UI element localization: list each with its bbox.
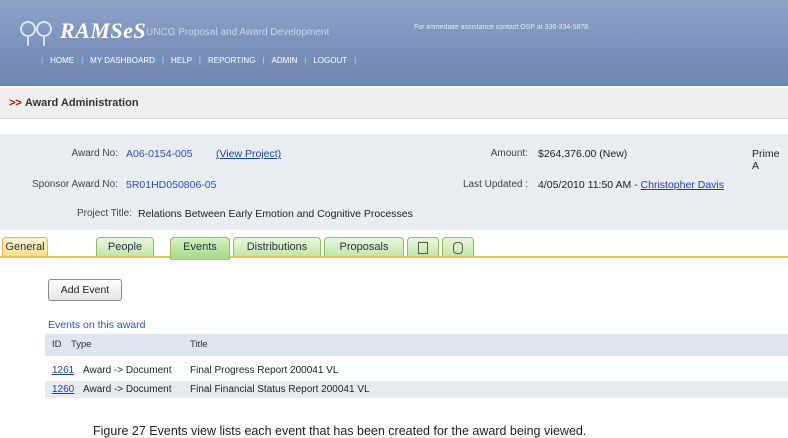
nav-separator: |	[198, 56, 201, 65]
last-updated-datetime: 4/05/2010 11:50 AM -	[538, 179, 641, 191]
breadcrumb-title: Award Administration	[24, 97, 139, 109]
brand-name: RAMSeS	[60, 18, 147, 43]
event-title: Final Progress Report 200041 VL	[190, 365, 339, 376]
nav-separator: |	[262, 56, 265, 65]
tab-attachment[interactable]	[442, 237, 474, 256]
nav-reporting[interactable]: REPORTING	[208, 56, 255, 65]
sponsor-award-label: Sponsor Award No:	[32, 179, 118, 190]
event-id-link[interactable]: 1260	[52, 384, 74, 395]
assistance-text: For immediate assistance contact OSP at …	[414, 24, 589, 31]
attachment-icon	[453, 242, 463, 254]
updated-by-link[interactable]: Christopher Davis	[641, 179, 724, 191]
tab-general[interactable]: General	[2, 237, 48, 256]
breadcrumb-arrows: >>	[9, 97, 22, 109]
add-event-button[interactable]: Add Event	[48, 279, 122, 301]
nav-logout[interactable]: LOGOUT	[313, 56, 347, 65]
nav-home[interactable]: HOME	[50, 56, 74, 65]
award-no-value: A06-0154-005	[126, 148, 193, 160]
award-tabs: General People Events Distributions Prop…	[0, 234, 788, 260]
tab-distributions[interactable]: Distributions	[233, 237, 321, 256]
nav-separator: |	[354, 56, 357, 65]
breadcrumb: >> Award Administration	[0, 88, 788, 119]
nav-separator: |	[161, 56, 164, 65]
events-table-header: ID Type Title	[45, 334, 788, 356]
nav-my-dashboard[interactable]: MY DASHBOARD	[90, 56, 155, 65]
brand-subtitle: UNCG Proposal and Award Development	[146, 27, 330, 38]
events-heading: Events on this award	[48, 319, 146, 331]
nav-separator: |	[41, 56, 44, 65]
award-no-label: Award No:	[71, 148, 118, 159]
tab-events[interactable]: Events	[170, 237, 230, 260]
tab-people[interactable]: People	[96, 237, 154, 256]
main-nav: | HOME | MY DASHBOARD | HELP | REPORTING…	[34, 56, 363, 65]
project-title-value: Relations Between Early Emotion and Cogn…	[138, 208, 413, 220]
tab-proposals[interactable]: Proposals	[324, 237, 404, 256]
amount-label: Amount:	[490, 148, 528, 159]
nav-help[interactable]: HELP	[171, 56, 192, 65]
column-id: ID	[52, 339, 62, 350]
event-type: Award -> Document	[83, 384, 172, 395]
project-title-label: Project Title:	[76, 208, 132, 219]
column-type: Type	[71, 339, 92, 350]
page-title: >> Award Administration	[9, 97, 139, 109]
nav-admin[interactable]: ADMIN	[271, 56, 297, 65]
prime-award-label: Prime A	[752, 148, 780, 172]
document-icon	[418, 242, 428, 254]
event-title: Final Financial Status Report 200041 VL	[190, 384, 370, 395]
event-id-link[interactable]: 1261	[52, 365, 74, 376]
nav-separator: |	[304, 56, 307, 65]
last-updated-label: Last Updated :	[462, 179, 528, 190]
table-row: 1260 Award -> Document Final Financial S…	[45, 381, 788, 398]
app-header: RAMSeS UNCG Proposal and Award Developme…	[0, 0, 788, 86]
event-type: Award -> Document	[83, 365, 172, 376]
table-row: 1261 Award -> Document Final Progress Re…	[45, 362, 788, 379]
sponsor-award-value: 5R01HD050806-05	[126, 179, 217, 191]
award-info-panel: Award No: A06-0154-005 (View Project) Am…	[0, 134, 788, 230]
last-updated-value: 4/05/2010 11:50 AM - Christopher Davis	[538, 179, 724, 191]
amount-value: $264,376.00 (New)	[538, 148, 628, 160]
nav-separator: |	[81, 56, 84, 65]
column-title: Title	[190, 339, 208, 350]
view-project-link[interactable]: (View Project)	[216, 148, 281, 160]
tab-document[interactable]	[407, 237, 439, 256]
logo-icon	[20, 21, 52, 46]
